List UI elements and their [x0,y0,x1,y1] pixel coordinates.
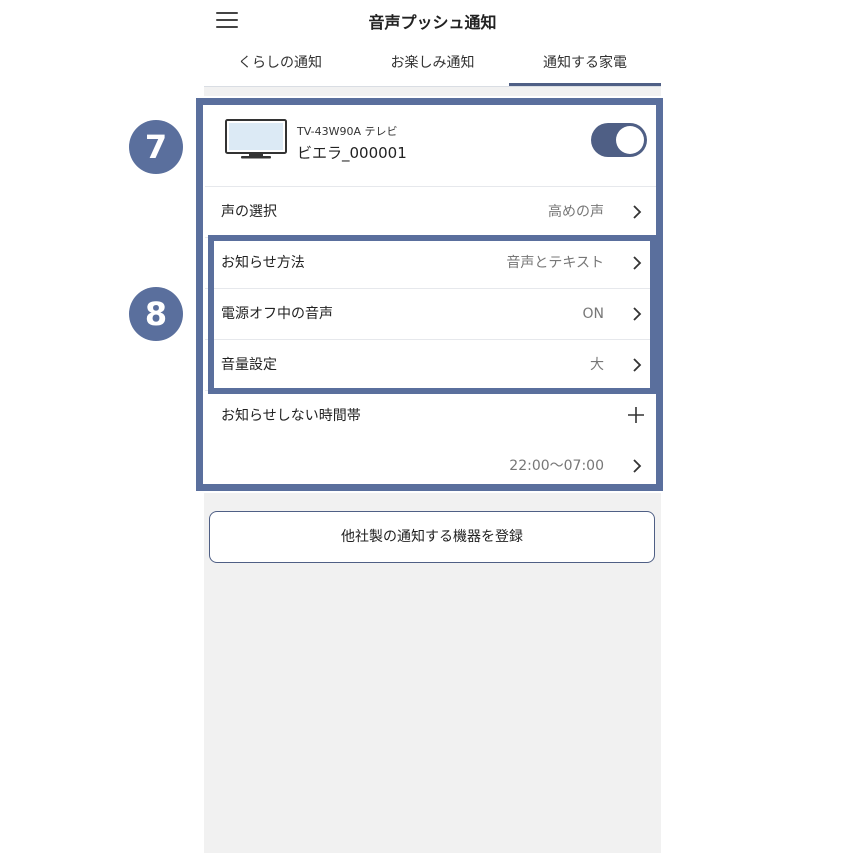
chevron-right-icon [633,358,642,372]
chevron-right-icon [633,256,642,270]
setting-row-quiet-hours: お知らせしない時間帯 [205,391,656,442]
page-title: 音声プッシュ通知 [368,13,497,32]
tab-living-notifications[interactable]: くらしの通知 [204,50,356,86]
app-header: 音声プッシュ通知 くらしの通知 お楽しみ通知 通知する家電 [204,0,661,87]
setting-row-quiet-hours-range[interactable]: 22:00〜07:00 [205,441,656,483]
setting-row-power-off-voice[interactable]: 電源オフ中の音声 ON [205,289,656,340]
setting-value: ON [582,306,605,322]
device-row[interactable]: TV-43W90A テレビ ビエラ_000001 [205,106,656,187]
register-other-device-button[interactable]: 他社製の通知する機器を登録 [209,511,655,563]
setting-value: 高めの声 [548,204,604,220]
tab-notifying-appliances[interactable]: 通知する家電 [509,50,661,86]
device-name: ビエラ_000001 [297,144,407,162]
setting-label: お知らせしない時間帯 [221,408,361,424]
setting-row-volume[interactable]: 音量設定 大 [205,340,656,391]
setting-label: お知らせ方法 [221,255,305,271]
callout-badge-8: 8 [129,287,183,341]
chevron-right-icon [633,307,642,321]
chevron-right-icon [633,205,642,219]
setting-label: 声の選択 [221,204,277,220]
setting-label: 電源オフ中の音声 [221,306,333,322]
tab-bar: くらしの通知 お楽しみ通知 通知する家電 [204,50,661,86]
plus-icon[interactable] [628,407,644,423]
setting-value: 大 [590,357,604,373]
toggle-knob [616,126,644,154]
tv-icon [225,119,287,159]
setting-value: 音声とテキスト [506,255,604,271]
quiet-hours-range: 22:00〜07:00 [509,458,604,474]
device-enabled-toggle[interactable] [591,123,647,157]
callout-badge-7: 7 [129,120,183,174]
chevron-right-icon [633,459,642,473]
device-model: TV-43W90A テレビ [297,125,398,138]
setting-label: 音量設定 [221,357,277,373]
setting-row-notify-method[interactable]: お知らせ方法 音声とテキスト [205,238,656,289]
tab-fun-notifications[interactable]: お楽しみ通知 [356,50,509,86]
setting-row-voice[interactable]: 声の選択 高めの声 [205,187,656,238]
